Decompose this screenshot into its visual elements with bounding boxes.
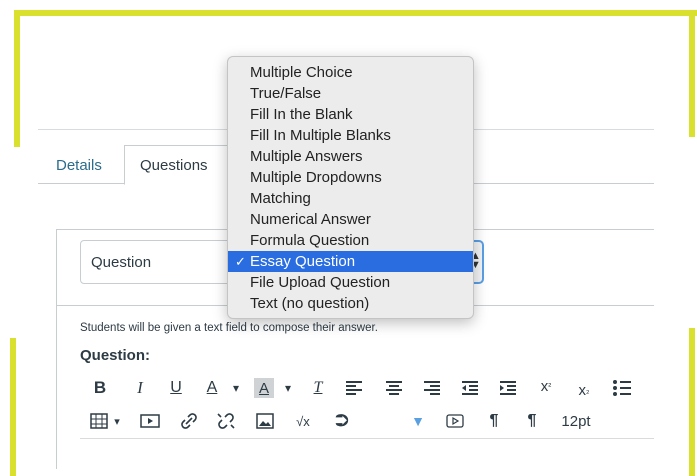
option-matching[interactable]: Matching bbox=[228, 188, 473, 209]
table-caret-icon[interactable]: ▾ bbox=[112, 412, 122, 430]
image-icon[interactable] bbox=[256, 413, 274, 429]
paragraph-rtl-icon[interactable]: ¶ bbox=[522, 411, 542, 431]
paragraph-ltr-icon[interactable]: ¶ bbox=[484, 411, 504, 431]
question-name-input[interactable]: Question bbox=[80, 240, 245, 284]
unlink-icon[interactable] bbox=[216, 412, 236, 430]
external-tool-icon[interactable]: ⮊ bbox=[332, 411, 352, 431]
text-color-button[interactable]: A bbox=[202, 378, 222, 398]
chevron-down-icon[interactable]: ▼ bbox=[410, 411, 426, 431]
frame-top-bar bbox=[14, 10, 697, 16]
option-essay-question[interactable]: ✓ Essay Question bbox=[228, 251, 473, 272]
link-icon[interactable] bbox=[180, 412, 198, 430]
option-fill-in-multiple-blanks[interactable]: Fill In Multiple Blanks bbox=[228, 125, 473, 146]
question-label: Question: bbox=[80, 347, 150, 364]
question-hint: Students will be given a text field to c… bbox=[80, 322, 378, 334]
align-left-icon[interactable] bbox=[344, 380, 364, 396]
outdent-icon[interactable] bbox=[460, 380, 480, 396]
frame-right-bar bbox=[689, 10, 695, 137]
bold-button[interactable]: B bbox=[90, 378, 110, 398]
align-right-icon[interactable] bbox=[422, 380, 442, 396]
option-fill-in-the-blank[interactable]: Fill In the Blank bbox=[228, 104, 473, 125]
option-multiple-answers[interactable]: Multiple Answers bbox=[228, 146, 473, 167]
option-text-no-question[interactable]: Text (no question) bbox=[228, 293, 473, 314]
option-numerical-answer[interactable]: Numerical Answer bbox=[228, 209, 473, 230]
tab-details[interactable]: Details bbox=[56, 157, 102, 174]
background-color-caret-icon[interactable]: ▾ bbox=[282, 378, 294, 398]
option-multiple-dropdowns[interactable]: Multiple Dropdowns bbox=[228, 167, 473, 188]
option-formula-question[interactable]: Formula Question bbox=[228, 230, 473, 251]
question-panel-border bbox=[56, 229, 57, 469]
tab-questions[interactable]: Questions bbox=[140, 157, 208, 174]
frame-left-bar bbox=[14, 10, 20, 147]
table-icon[interactable] bbox=[90, 413, 108, 429]
frame-left-bottom-bar bbox=[10, 338, 16, 476]
underline-button[interactable]: U bbox=[166, 378, 186, 398]
option-multiple-choice[interactable]: Multiple Choice bbox=[228, 62, 473, 83]
text-color-caret-icon[interactable]: ▾ bbox=[230, 378, 242, 398]
question-type-dropdown[interactable]: Multiple Choice True/False Fill In the B… bbox=[227, 56, 474, 319]
italic-button[interactable]: I bbox=[130, 378, 150, 398]
font-size-select[interactable]: 12pt bbox=[558, 411, 594, 431]
option-true-false[interactable]: True/False bbox=[228, 83, 473, 104]
subscript-icon[interactable]: x₂ bbox=[574, 380, 594, 400]
indent-icon[interactable] bbox=[498, 380, 518, 396]
math-equation-icon[interactable]: √x bbox=[292, 412, 314, 430]
clear-formatting-button[interactable]: T bbox=[308, 378, 328, 398]
option-file-upload-question[interactable]: File Upload Question bbox=[228, 272, 473, 293]
superscript-icon[interactable]: x² bbox=[536, 376, 556, 396]
embed-media-icon[interactable] bbox=[446, 414, 464, 428]
frame-right-bottom-bar bbox=[689, 328, 695, 476]
align-center-icon[interactable] bbox=[384, 380, 404, 396]
media-icon[interactable] bbox=[140, 414, 160, 428]
background-color-button[interactable]: A bbox=[254, 378, 274, 398]
check-icon: ✓ bbox=[235, 254, 246, 269]
toolbar-divider bbox=[80, 438, 654, 439]
bullet-list-icon[interactable] bbox=[612, 379, 632, 397]
